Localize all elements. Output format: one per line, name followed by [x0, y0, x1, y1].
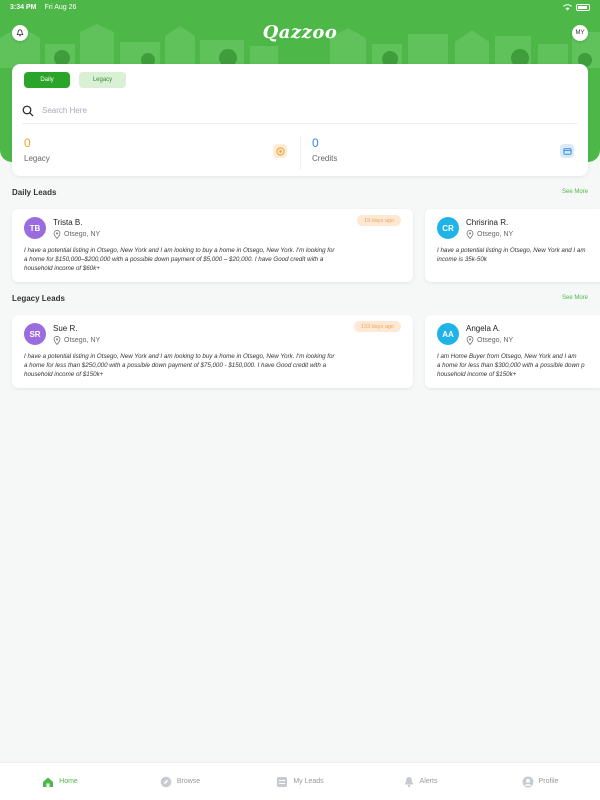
- lead-name: Trista B.: [53, 218, 83, 227]
- avatar: CR: [437, 217, 459, 239]
- lead-location-text: Otsego, NY: [64, 231, 101, 238]
- tab-browse[interactable]: Browse: [120, 763, 240, 800]
- coin-icon[interactable]: [273, 144, 287, 158]
- tab-home[interactable]: Home: [0, 763, 120, 800]
- profile-avatar-button[interactable]: MY: [572, 25, 588, 41]
- summary-card: Daily Legacy 0 Legacy 0 Credits: [12, 64, 588, 176]
- legacy-stat-label: Legacy: [24, 154, 50, 163]
- lead-description: I have a potential listing in Otsego, Ne…: [24, 247, 335, 273]
- bottom-tab-bar: Home Browse My Leads Alerts Profile: [0, 762, 600, 800]
- tab-label: My Leads: [293, 778, 324, 785]
- list-icon: [276, 776, 288, 788]
- wallet-icon[interactable]: [560, 144, 574, 158]
- bell-icon: [403, 776, 415, 788]
- lead-location-text: Otsego, NY: [64, 337, 101, 344]
- lead-description-line: a home for less than $300,000 with a pos…: [437, 361, 585, 369]
- lead-card[interactable]: AA Angela A. Otsego, NY I am Home Buyer …: [425, 315, 600, 388]
- lead-description-line: a home for $150,000–$200,000 with a poss…: [24, 255, 324, 263]
- lead-description: I have a potential listing in Otsego, Ne…: [24, 353, 335, 379]
- user-icon: [522, 776, 534, 788]
- location-pin-icon: [466, 230, 474, 239]
- lead-card[interactable]: SR Sue R. Otsego, NY 133 days ago I have…: [12, 315, 413, 388]
- lead-description: I have a potential listing in Otsego, Ne…: [437, 247, 585, 265]
- compass-icon: [160, 776, 172, 788]
- daily-leads-see-more-link[interactable]: See More: [562, 189, 588, 195]
- legacy-leads-see-more-link[interactable]: See More: [562, 295, 588, 301]
- tab-label: Alerts: [419, 778, 438, 785]
- legacy-toggle-button[interactable]: Legacy: [79, 72, 126, 88]
- lead-age-badge: 19 days ago: [357, 215, 401, 226]
- credits-stat-value: 0: [312, 136, 319, 150]
- battery-icon: [576, 3, 590, 11]
- location-pin-icon: [53, 336, 61, 345]
- search-icon: [22, 105, 34, 116]
- avatar: TB: [24, 217, 46, 239]
- location-pin-icon: [466, 336, 474, 345]
- lead-name: Chrisrina R.: [466, 218, 509, 227]
- status-bar: 3:34 PM Fri Aug 26: [0, 0, 600, 14]
- lead-age-badge: 133 days ago: [353, 321, 401, 332]
- lead-description: I am Home Buyer from Otsego, New York an…: [437, 353, 585, 379]
- avatar: SR: [24, 323, 46, 345]
- tab-label: Home: [59, 778, 78, 785]
- lead-name: Angela A.: [466, 324, 501, 333]
- home-icon: [42, 776, 54, 788]
- lead-description-line: household income of $150k+: [24, 370, 104, 378]
- lead-description-line: I have a potential listing in Otsego, Ne…: [24, 247, 335, 254]
- lead-location-text: Otsego, NY: [477, 337, 514, 344]
- wifi-icon: [563, 3, 572, 10]
- search-bar: [22, 100, 578, 124]
- lead-description-line: I have a potential listing in Otsego, Ne…: [24, 353, 335, 360]
- lead-description-line: household income of $150k+: [437, 370, 517, 378]
- lead-location: Otsego, NY: [466, 230, 513, 239]
- lead-location-text: Otsego, NY: [477, 231, 514, 238]
- location-pin-icon: [53, 230, 61, 239]
- lead-description-line: income is 35k-50k: [437, 255, 487, 263]
- avatar: AA: [437, 323, 459, 345]
- tab-alerts[interactable]: Alerts: [360, 763, 480, 800]
- lead-card[interactable]: CR Chrisrina R. Otsego, NY I have a pote…: [425, 209, 600, 282]
- lead-location: Otsego, NY: [53, 336, 100, 345]
- app-logo: Qazzoo: [262, 22, 338, 43]
- lead-name: Sue R.: [53, 324, 78, 333]
- lead-description-line: I am Home Buyer from Otsego, New York an…: [437, 353, 577, 360]
- status-date: Fri Aug 26: [44, 3, 77, 11]
- lead-location: Otsego, NY: [466, 336, 513, 345]
- credits-stat-label: Credits: [312, 154, 338, 163]
- stat-divider: [300, 136, 301, 170]
- daily-toggle-button[interactable]: Daily: [24, 72, 70, 88]
- lead-description-line: I have a potential listing in Otsego, Ne…: [437, 247, 586, 254]
- lead-card[interactable]: TB Trista B. Otsego, NY 19 days ago I ha…: [12, 209, 413, 282]
- tab-label: Browse: [176, 778, 201, 785]
- status-time: 3:34 PM: [10, 3, 37, 11]
- daily-leads-title: Daily Leads: [12, 188, 57, 197]
- lead-description-line: a home for less than $250,000 with a pos…: [24, 361, 327, 369]
- tab-profile[interactable]: Profile: [480, 763, 600, 800]
- tab-label: Profile: [538, 778, 559, 785]
- search-input[interactable]: [42, 106, 342, 115]
- credits-stat: 0 Credits: [312, 136, 337, 163]
- lead-location: Otsego, NY: [53, 230, 100, 239]
- legacy-stat: 0 Legacy: [24, 136, 50, 163]
- legacy-leads-title: Legacy Leads: [12, 294, 65, 303]
- legacy-stat-value: 0: [24, 136, 31, 150]
- lead-description-line: household income of $60k+: [24, 264, 100, 272]
- tab-my-leads[interactable]: My Leads: [240, 763, 360, 800]
